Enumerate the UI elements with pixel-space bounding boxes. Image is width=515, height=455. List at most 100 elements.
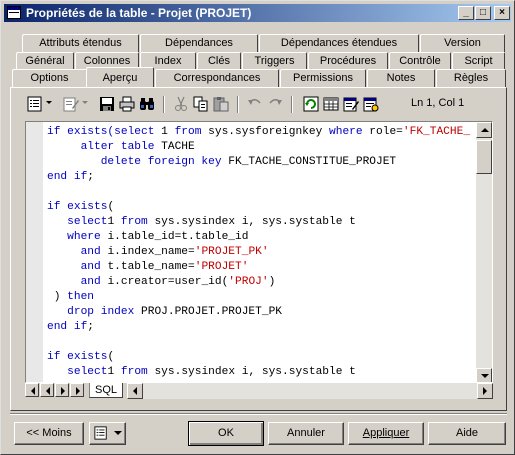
code-line: select1 from sys.sysindex i, sys.systabl… (47, 215, 477, 230)
tab-general[interactable]: Général (16, 52, 74, 70)
tab-dependances[interactable]: Dépendances (140, 34, 258, 52)
undo-icon[interactable] (247, 96, 263, 112)
scroll-down-button[interactable] (476, 368, 492, 382)
sql-text: ; (87, 321, 95, 333)
apply-button[interactable]: Appliquer (348, 422, 424, 445)
arrow-right-icon (483, 387, 487, 395)
sql-text: sys.sysindex i, sys.systable t (147, 366, 356, 378)
sql-keyword: where (329, 126, 363, 138)
prev-sheet-button[interactable] (40, 383, 54, 397)
horizontal-scrollbar[interactable] (127, 383, 493, 399)
find-icon[interactable] (139, 96, 155, 112)
arrow-down-icon (481, 374, 489, 378)
close-button[interactable]: × (494, 6, 510, 20)
sql-string: 'PROJET' (194, 261, 249, 273)
sql-editor[interactable]: if exists(select 1 from sys.sysforeignke… (25, 121, 493, 383)
edit-menu-icon[interactable] (63, 96, 79, 112)
sql-text: ( (107, 351, 115, 363)
sql-keyword: then (67, 291, 95, 303)
tab-version[interactable]: Version (420, 34, 505, 52)
table-icon[interactable] (323, 96, 339, 112)
tab-options[interactable]: Options (12, 69, 87, 87)
properties-dialog: Propriétés de la table - Projet (PROJET)… (0, 0, 515, 455)
scroll-up-button[interactable] (476, 122, 492, 138)
maximize-button[interactable]: □ (475, 6, 491, 20)
title-bar[interactable]: Propriétés de la table - Projet (PROJET)… (4, 4, 511, 22)
tab-script[interactable]: Script (452, 52, 505, 70)
properties-menu-icon[interactable] (27, 96, 43, 112)
tab-correspondances[interactable]: Correspondances (155, 69, 279, 87)
sql-text: 1 (154, 126, 175, 138)
print-icon[interactable] (119, 96, 135, 112)
sheet-tab-bar: SQL (25, 383, 493, 399)
scroll-left-button[interactable] (127, 383, 143, 399)
tab-dependances-etendues[interactable]: Dépendances étendues (259, 34, 419, 52)
scroll-right-button[interactable] (477, 383, 493, 399)
tab-procedures[interactable]: Procédures (308, 52, 388, 70)
paste-icon[interactable] (213, 96, 229, 112)
chevron-down-icon[interactable] (82, 101, 88, 104)
minimize-button[interactable]: _ (458, 6, 474, 20)
code-line: end if; (47, 170, 477, 185)
edit-script-icon[interactable] (343, 96, 359, 112)
document-settings-icon[interactable] (363, 96, 379, 112)
tab-attributs-etendus[interactable]: Attributs étendus (22, 34, 139, 52)
ok-button[interactable]: OK (188, 421, 264, 446)
sql-text: TACHE (154, 141, 195, 153)
less-button[interactable]: << Moins (14, 422, 84, 445)
save-icon[interactable] (99, 96, 115, 112)
tab-triggers[interactable]: Triggers (242, 52, 307, 70)
copy-icon[interactable] (193, 96, 209, 112)
table-window-icon (7, 6, 21, 19)
window-title: Propriétés de la table - Projet (PROJET) (26, 6, 252, 20)
sql-text: ) (47, 291, 68, 303)
refresh-icon[interactable] (303, 96, 319, 112)
arrow-right-icon (76, 387, 80, 395)
tab-notes[interactable]: Notes (367, 69, 435, 87)
last-sheet-button[interactable] (70, 383, 84, 397)
arrow-left-icon (46, 387, 50, 395)
sql-string: 'PROJET_PK' (194, 246, 269, 258)
code-line: if exists(select 1 from sys.sysforeignke… (47, 125, 477, 140)
chevron-down-icon[interactable] (46, 101, 52, 104)
sql-text: i.index_name= (100, 246, 195, 258)
sql-text: ( (107, 201, 115, 213)
sql-keyword: end if (47, 171, 88, 183)
vertical-scrollbar[interactable] (476, 122, 492, 382)
tab-permissions[interactable]: Permissions (280, 69, 366, 87)
tab-cles[interactable]: Clés (197, 52, 241, 70)
sql-keyword: and (80, 276, 101, 288)
help-button[interactable]: Aide (428, 422, 506, 445)
tab-apercu[interactable]: Aperçu (86, 67, 154, 87)
first-sheet-button[interactable] (25, 383, 39, 397)
sql-string: 'FK_TACHE_ (402, 126, 471, 138)
tab-regles[interactable]: Règles (436, 69, 506, 87)
next-sheet-button[interactable] (55, 383, 69, 397)
sql-text: ) (268, 276, 276, 288)
toolbar-separator (163, 96, 165, 113)
sql-keyword: select (67, 366, 108, 378)
code-line: if exists( (47, 350, 477, 365)
sql-text: t.table_name= (100, 261, 195, 273)
cut-icon[interactable] (173, 96, 189, 112)
sheet-tab-sql[interactable]: SQL (89, 383, 123, 398)
code-line: if exists( (47, 200, 477, 215)
code-line: and i.index_name='PROJET_PK' (47, 245, 477, 260)
sql-keyword: select (114, 126, 155, 138)
sql-text: ; (87, 171, 95, 183)
options-menu-button[interactable] (89, 422, 126, 445)
sql-keyword: where (67, 231, 101, 243)
toolbar-separator (291, 96, 293, 113)
cancel-button[interactable]: Annuler (268, 422, 344, 445)
sql-keyword: if exists (47, 201, 108, 213)
redo-icon[interactable] (267, 96, 283, 112)
sql-code[interactable]: if exists(select 1 from sys.sysforeignke… (47, 125, 477, 380)
scroll-thumb[interactable] (476, 140, 492, 174)
tab-controle[interactable]: Contrôle (389, 52, 451, 70)
sql-keyword: drop index (67, 306, 135, 318)
